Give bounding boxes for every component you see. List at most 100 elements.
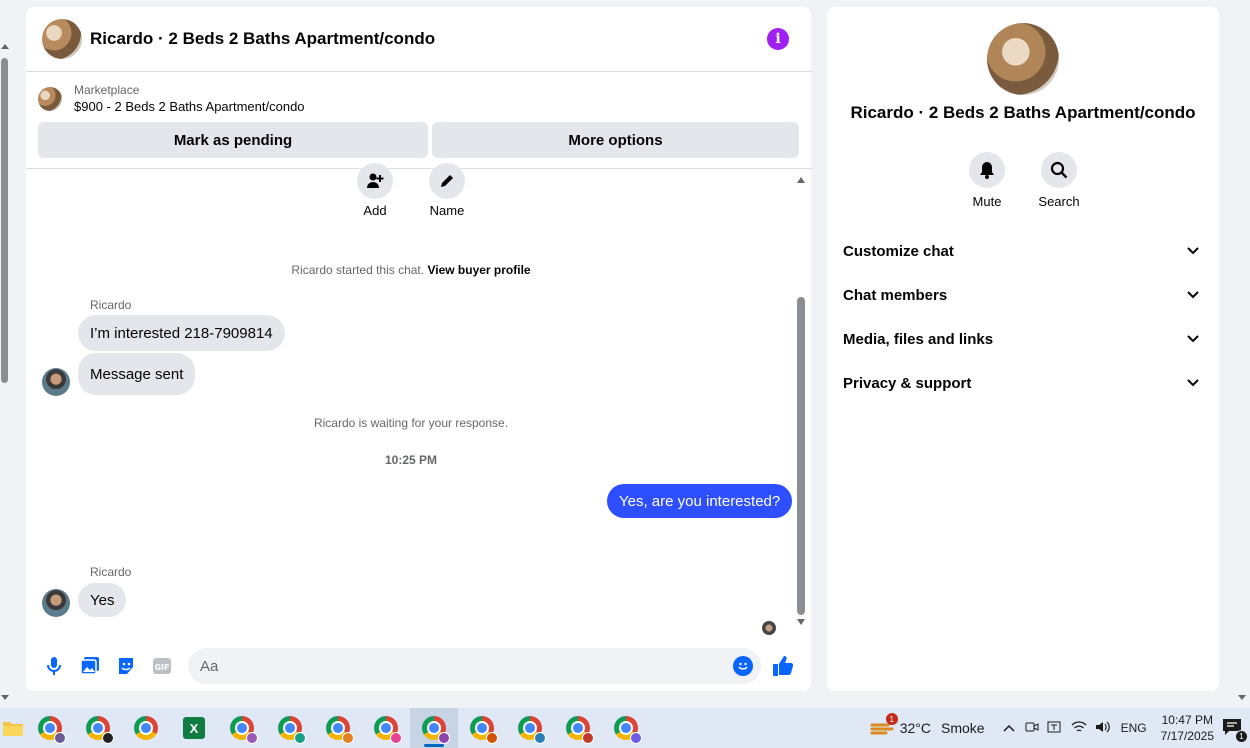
- listing-summary[interactable]: Marketplace $900 - 2 Beds 2 Baths Apartm…: [38, 82, 799, 116]
- chrome-icon: [134, 716, 158, 740]
- message-scroll-thumb[interactable]: [797, 297, 805, 615]
- ime-icon[interactable]: [1047, 720, 1061, 737]
- info-icon[interactable]: i: [767, 28, 789, 50]
- name-action[interactable]: Name: [417, 163, 477, 218]
- scroll-thumb[interactable]: [1, 58, 8, 383]
- chrome-icon: [422, 716, 450, 744]
- message-scroll-up-arrow[interactable]: [797, 177, 805, 183]
- section-media-files-links[interactable]: Media, files and links: [827, 317, 1219, 361]
- chevron-up-icon[interactable]: [1003, 721, 1015, 735]
- chat-panel: Ricardo · 2 Beds 2 Baths Apartment/condo…: [26, 7, 811, 691]
- mute-button[interactable]: Mute: [969, 152, 1005, 209]
- windows-taskbar: X 1 32°C Smoke ENG 10:47 PM 7/17/2025 1: [0, 708, 1250, 748]
- weather-text: Smoke: [941, 720, 985, 736]
- view-buyer-profile-link[interactable]: View buyer profile: [427, 263, 530, 277]
- chat-started-text: Ricardo started this chat.: [291, 263, 425, 277]
- chrome-taskbar-icon[interactable]: [74, 708, 122, 748]
- section-chat-members[interactable]: Chat members: [827, 273, 1219, 317]
- seen-indicator-avatar: [762, 621, 776, 635]
- chrome-taskbar-icon[interactable]: [218, 708, 266, 748]
- weather-temp: 32°C: [899, 720, 932, 736]
- chrome-icon: [566, 716, 594, 744]
- section-label: Privacy & support: [843, 374, 972, 392]
- chevron-down-icon: [1187, 335, 1199, 343]
- excel-taskbar-icon[interactable]: X: [170, 708, 218, 748]
- chrome-icon: [470, 716, 498, 744]
- info-sections: Customize chat Chat members Media, files…: [827, 229, 1219, 405]
- chat-started-notice: Ricardo started this chat. View buyer pr…: [26, 263, 796, 277]
- search-icon: [1041, 152, 1077, 188]
- microphone-icon[interactable]: [36, 648, 72, 684]
- info-title: Ricardo · 2 Beds 2 Baths Apartment/condo: [850, 103, 1196, 122]
- chrome-icon: [518, 716, 546, 744]
- chrome-icon: [278, 716, 306, 744]
- chrome-taskbar-icon[interactable]: [554, 708, 602, 748]
- chat-info-panel: Ricardo · 2 Beds 2 Baths Apartment/condo…: [827, 7, 1219, 691]
- chrome-taskbar-icon[interactable]: [602, 708, 650, 748]
- message-timestamp: 10:25 PM: [384, 453, 438, 467]
- chrome-taskbar-icon-active[interactable]: [410, 708, 458, 748]
- chat-title[interactable]: Ricardo · 2 Beds 2 Baths Apartment/condo: [90, 29, 435, 49]
- chevron-down-icon: [1187, 379, 1199, 387]
- emoji-icon[interactable]: [733, 656, 753, 676]
- listing-banner: Marketplace $900 - 2 Beds 2 Baths Apartm…: [26, 72, 811, 169]
- chrome-taskbar-icon[interactable]: [362, 708, 410, 748]
- language-indicator[interactable]: ENG: [1121, 721, 1147, 735]
- section-label: Customize chat: [843, 242, 954, 260]
- listing-price: $900 - 2 Beds 2 Baths Apartment/condo: [74, 99, 305, 114]
- outgoing-message-bubble[interactable]: Yes, are you interested?: [607, 484, 793, 518]
- message-scrollbar[interactable]: [797, 177, 805, 627]
- listing-avatar[interactable]: [42, 19, 82, 59]
- chrome-taskbar-icon[interactable]: [266, 708, 314, 748]
- listing-label: Marketplace: [74, 83, 140, 97]
- photo-icon[interactable]: [72, 648, 108, 684]
- ricardo-avatar[interactable]: [42, 589, 70, 617]
- section-customize-chat[interactable]: Customize chat: [827, 229, 1219, 273]
- add-action[interactable]: Add: [345, 163, 405, 218]
- add-label: Add: [363, 203, 387, 218]
- mark-as-pending-button[interactable]: Mark as pending: [38, 122, 428, 158]
- chrome-icon: [38, 716, 66, 744]
- chrome-taskbar-icon[interactable]: [506, 708, 554, 748]
- chrome-taskbar-icon[interactable]: [26, 708, 74, 748]
- weather-widget[interactable]: 1 32°C Smoke: [870, 713, 985, 737]
- right-scroll-down-arrow[interactable]: [1238, 695, 1246, 700]
- chrome-taskbar-icon[interactable]: [458, 708, 506, 748]
- notifications-icon[interactable]: 1: [1222, 718, 1248, 743]
- message-list[interactable]: Add Name Ricardo started this chat. View…: [26, 163, 811, 635]
- pencil-icon: [429, 163, 465, 199]
- more-options-button[interactable]: More options: [432, 122, 799, 158]
- chrome-taskbar-icon[interactable]: [314, 708, 362, 748]
- section-privacy-support[interactable]: Privacy & support: [827, 361, 1219, 405]
- message-input[interactable]: [188, 648, 733, 684]
- file-explorer-icon[interactable]: [0, 708, 26, 748]
- chrome-icon: [230, 716, 258, 744]
- chevron-down-icon: [1187, 247, 1199, 255]
- message-bubble[interactable]: Message sent: [78, 353, 196, 395]
- excel-icon: X: [183, 717, 205, 739]
- chrome-taskbar-icon[interactable]: [122, 708, 170, 748]
- ricardo-avatar[interactable]: [42, 368, 70, 396]
- chat-header: Ricardo · 2 Beds 2 Baths Apartment/condo…: [26, 7, 811, 72]
- gif-icon[interactable]: GIF: [144, 648, 180, 684]
- scroll-up-arrow[interactable]: [1, 44, 9, 49]
- scroll-down-arrow[interactable]: [1, 695, 9, 700]
- message-input-wrapper: [188, 648, 761, 684]
- thumbs-up-icon[interactable]: [765, 648, 801, 684]
- message-scroll-down-arrow[interactable]: [797, 619, 805, 625]
- clock-time: 10:47 PM: [1161, 713, 1213, 727]
- sticker-icon[interactable]: [108, 648, 144, 684]
- chrome-icon: [374, 716, 402, 744]
- message-bubble[interactable]: Yes: [78, 583, 127, 617]
- search-button[interactable]: Search: [1038, 152, 1080, 209]
- chat-profile-avatar[interactable]: [987, 23, 1059, 95]
- clock[interactable]: 10:47 PM 7/17/2025: [1161, 712, 1214, 744]
- wifi-icon[interactable]: [1071, 720, 1087, 737]
- message-bubble[interactable]: I’m interested 218-7909814: [78, 315, 285, 351]
- system-tray: 1 32°C Smoke ENG 10:47 PM 7/17/2025 1: [870, 708, 1250, 748]
- section-label: Chat members: [843, 286, 948, 304]
- meet-icon[interactable]: [1025, 720, 1039, 737]
- volume-icon[interactable]: [1095, 720, 1111, 737]
- chevron-down-icon: [1187, 291, 1199, 299]
- page-scrollbar[interactable]: [0, 40, 9, 700]
